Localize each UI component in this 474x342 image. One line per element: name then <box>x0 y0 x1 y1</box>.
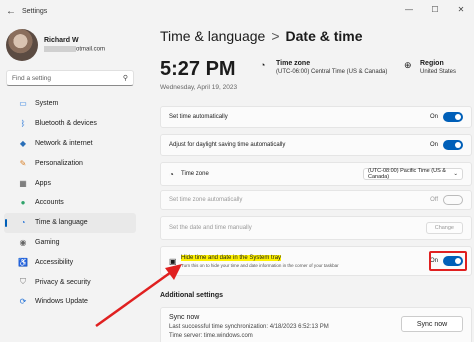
sidebar-item-label: Accounts <box>35 199 64 207</box>
profile[interactable]: Richard W otmail.com <box>0 22 140 62</box>
sidebar-item-apps[interactable]: ▦ Apps <box>4 173 136 193</box>
dst-toggle[interactable] <box>443 140 463 150</box>
region-summary: ⊕ Region United States <box>404 60 456 75</box>
timezone-value: (UTC-06:00) Central Time (US & Canada) <box>276 69 388 75</box>
back-arrow-icon[interactable]: ← <box>0 6 22 17</box>
maximize-icon[interactable]: ☐ <box>422 0 448 18</box>
auto-time-toggle[interactable] <box>443 112 463 122</box>
sync-now-button[interactable]: Sync now <box>401 316 463 332</box>
setting-label: Time zone <box>181 171 209 177</box>
timezone-selected: (UTC-08:00) Pacific Time (US & Canada) <box>368 168 446 180</box>
sidebar-item-bluetooth[interactable]: ᛒ Bluetooth & devices <box>4 114 136 134</box>
wifi-icon: ◆ <box>19 138 27 148</box>
highlighted-label: Hide time and date in the System tray <box>181 254 282 261</box>
sidebar-item-label: Privacy & security <box>35 278 91 286</box>
sidebar-item-label: Network & internet <box>35 139 93 147</box>
profile-email: otmail.com <box>44 46 105 53</box>
search-icon: ⚲ <box>122 75 128 82</box>
sidebar-item-label: System <box>35 100 59 108</box>
setting-label: Adjust for daylight saving time automati… <box>169 142 286 148</box>
sidebar-item-windows-update[interactable]: ⟳ Windows Update <box>4 292 136 312</box>
toggle-state: Off <box>430 197 438 203</box>
person-icon: ● <box>20 198 26 208</box>
setting-manual-time: Set the date and time manually Change <box>160 216 472 240</box>
current-time: 5:27 PM <box>160 58 236 80</box>
breadcrumb: Time & language > Date & time <box>160 28 474 50</box>
sidebar-item-gaming[interactable]: ◉ Gaming <box>4 233 136 253</box>
setting-dst: Adjust for daylight saving time automati… <box>160 134 472 156</box>
window-title: Settings <box>22 7 48 15</box>
sidebar-item-privacy[interactable]: ⛉ Privacy & security <box>4 272 136 292</box>
page-title: Date & time <box>285 28 363 44</box>
sidebar-item-system[interactable]: ▭ System <box>4 94 136 114</box>
setting-auto-time: Set time automatically On <box>160 106 472 128</box>
sidebar-item-personalization[interactable]: ✎ Personalization <box>4 153 136 173</box>
sidebar-item-accounts[interactable]: ● Accounts <box>4 193 136 213</box>
sidebar-nav: ▭ System ᛒ Bluetooth & devices ◆ Network & … <box>0 94 140 312</box>
auto-timezone-toggle[interactable] <box>443 195 463 205</box>
setting-hide-tray: ▣ Hide time and date in the System tray … <box>160 246 472 276</box>
change-button[interactable]: Change <box>425 222 463 234</box>
globe-clock-icon: ◔ <box>169 169 174 179</box>
toggle-state: On <box>429 114 438 120</box>
time-server: Time server: time.windows.com <box>169 333 253 339</box>
sidebar-item-network[interactable]: ◆ Network & internet <box>4 134 136 154</box>
avatar <box>6 29 38 61</box>
brush-icon: ✎ <box>19 158 27 168</box>
shield-icon: ⛉ <box>20 277 26 287</box>
window-controls: — ☐ ✕ <box>396 0 474 18</box>
chevron-down-icon: ⌄ <box>453 171 458 177</box>
sidebar-item-label: Gaming <box>35 238 60 246</box>
current-date: Wednesday, April 19, 2023 <box>160 84 238 91</box>
controller-icon: ◉ <box>19 237 27 247</box>
close-icon[interactable]: ✕ <box>448 0 474 18</box>
bluetooth-icon: ᛒ <box>20 119 26 129</box>
setting-timezone: ◔ Time zone (UTC-08:00) Pacific Time (US… <box>160 162 472 186</box>
search-placeholder: Find a setting <box>12 74 52 82</box>
taskbar-clock-icon: ▣ <box>169 256 177 266</box>
sidebar-item-label: Bluetooth & devices <box>35 120 97 128</box>
email-redaction <box>44 46 76 53</box>
globe-clock-icon: ◔ <box>260 60 266 70</box>
region-value: United States <box>420 69 457 75</box>
setting-label: Set the date and time manually <box>169 225 252 231</box>
globe-clock-icon: ◔ <box>20 218 26 228</box>
title-bar: ← Settings — ☐ ✕ <box>0 0 474 22</box>
sidebar-item-label: Apps <box>35 179 51 187</box>
time-header: 5:27 PM Wednesday, April 19, 2023 ◔ Time… <box>160 58 474 98</box>
update-icon: ⟳ <box>19 297 27 307</box>
profile-name: Richard W <box>44 37 79 45</box>
sync-card: Sync now Last successful time synchroniz… <box>160 307 472 342</box>
sidebar-item-time-language[interactable]: ◔ Time & language <box>4 212 136 233</box>
sidebar: Richard W otmail.com Find a setting ⚲ ▭ S… <box>0 22 140 342</box>
setting-description: Turn this on to hide your time and date … <box>181 262 339 268</box>
apps-icon: ▦ <box>19 178 27 188</box>
setting-label: Hide time and date in the System tray <box>181 254 430 261</box>
sidebar-item-label: Personalization <box>35 159 83 167</box>
additional-settings-heading: Additional settings <box>160 292 223 299</box>
minimize-icon[interactable]: — <box>396 0 422 18</box>
breadcrumb-parent[interactable]: Time & language <box>160 28 265 44</box>
region-title: Region <box>420 60 444 67</box>
sidebar-item-accessibility[interactable]: ♿ Accessibility <box>4 252 136 272</box>
annotation-box <box>429 251 467 271</box>
sidebar-item-label: Windows Update <box>35 298 88 306</box>
toggle-state: On <box>429 142 438 148</box>
monitor-icon: ▭ <box>19 99 27 109</box>
breadcrumb-separator: > <box>271 28 280 44</box>
setting-label: Set time zone automatically <box>169 197 243 203</box>
globe-icon: ⊕ <box>404 60 412 70</box>
timezone-summary: ◔ Time zone (UTC-06:00) Central Time (US… <box>260 60 387 75</box>
sidebar-item-label: Accessibility <box>35 258 74 266</box>
timezone-dropdown[interactable]: (UTC-08:00) Pacific Time (US & Canada) ⌄ <box>363 168 463 180</box>
timezone-title: Time zone <box>276 60 311 67</box>
accessibility-icon: ♿ <box>18 257 28 267</box>
search-input[interactable]: Find a setting ⚲ <box>6 70 134 86</box>
sidebar-item-label: Time & language <box>35 219 88 227</box>
setting-label: Set time automatically <box>169 114 228 120</box>
setting-auto-timezone: Set time zone automatically Off <box>160 190 472 210</box>
profile-email-suffix: otmail.com <box>76 46 106 53</box>
